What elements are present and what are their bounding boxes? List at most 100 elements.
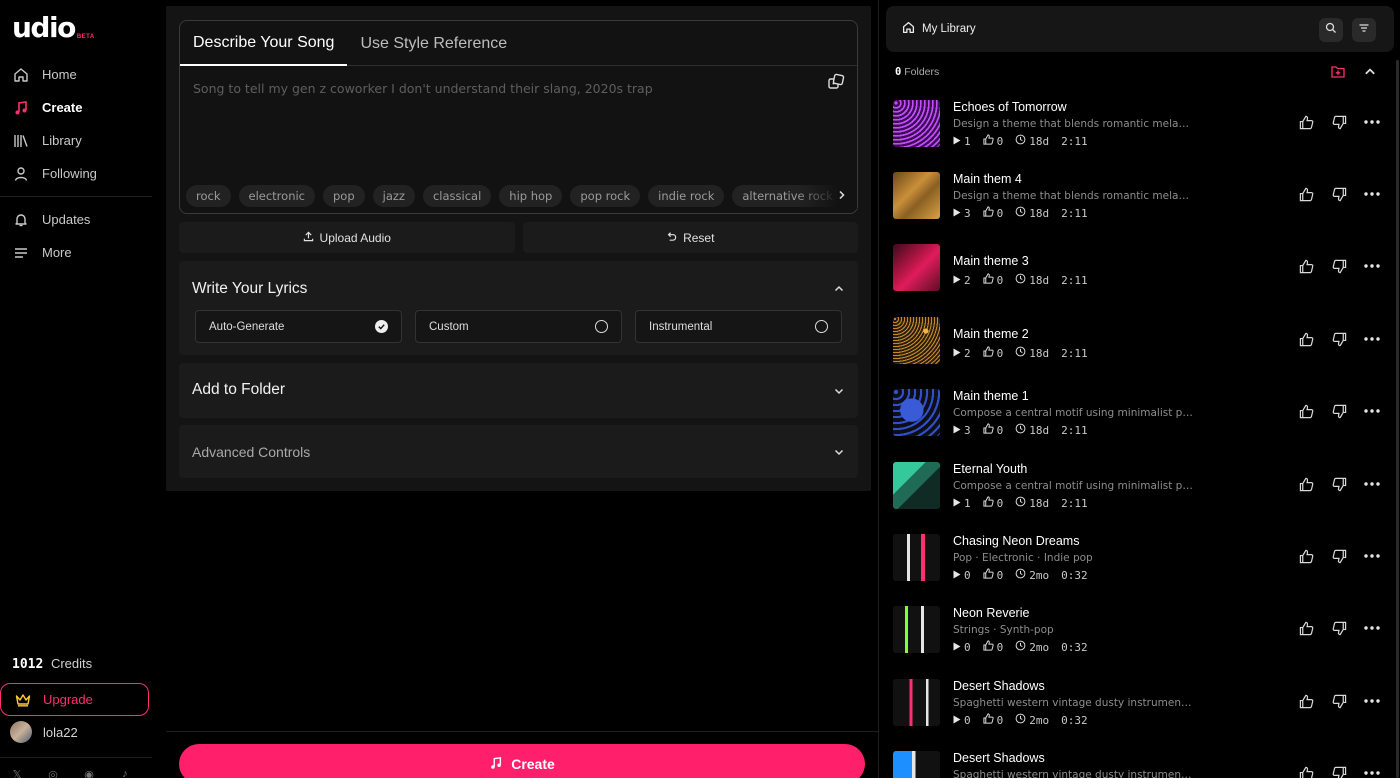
track-row[interactable]: Main theme 1 Compose a central motif usi… bbox=[893, 389, 1393, 439]
udio-logo[interactable]: udio BETA bbox=[12, 14, 95, 42]
user-profile[interactable]: lola22 bbox=[10, 721, 78, 743]
nav-home[interactable]: Home bbox=[0, 58, 152, 91]
like-button[interactable] bbox=[1298, 403, 1314, 419]
track-cover-art[interactable] bbox=[893, 679, 940, 726]
like-button[interactable] bbox=[1298, 693, 1314, 709]
track-title[interactable]: Main theme 1 bbox=[953, 389, 1029, 403]
advanced-controls-section[interactable]: Advanced Controls bbox=[179, 425, 858, 478]
track-title[interactable]: Main them 4 bbox=[953, 172, 1022, 186]
tab-use-style-reference[interactable]: Use Style Reference bbox=[347, 21, 520, 66]
track-row[interactable]: Main theme 2 2 0 18d 2:11 bbox=[893, 317, 1393, 367]
track-row[interactable]: Main them 4 Design a theme that blends r… bbox=[893, 172, 1393, 222]
instagram-icon[interactable]: ◎ bbox=[46, 767, 60, 778]
lyrics-auto-generate[interactable]: Auto-Generate bbox=[195, 310, 402, 343]
nav-create[interactable]: Create bbox=[0, 91, 152, 124]
dislike-button[interactable] bbox=[1331, 403, 1347, 419]
library-scrollbar[interactable] bbox=[1396, 60, 1399, 778]
like-button[interactable] bbox=[1298, 476, 1314, 492]
track-title[interactable]: Desert Shadows bbox=[953, 679, 1045, 693]
track-title[interactable]: Desert Shadows bbox=[953, 751, 1045, 765]
track-cover-art[interactable] bbox=[893, 244, 940, 291]
song-prompt-input[interactable]: Song to tell my gen z coworker I don't u… bbox=[193, 81, 793, 96]
track-title[interactable]: Main theme 3 bbox=[953, 254, 1029, 268]
more-options-icon[interactable] bbox=[1364, 258, 1380, 274]
more-options-icon[interactable] bbox=[1364, 620, 1380, 636]
tag-chip[interactable]: rock bbox=[186, 185, 231, 207]
tags-scroll-right[interactable] bbox=[797, 183, 857, 209]
dislike-button[interactable] bbox=[1331, 548, 1347, 564]
dislike-button[interactable] bbox=[1331, 114, 1347, 130]
library-filter-button[interactable] bbox=[1352, 18, 1376, 42]
track-row[interactable]: Eternal Youth Compose a central motif us… bbox=[893, 462, 1393, 512]
track-cover-art[interactable] bbox=[893, 389, 940, 436]
tab-describe-your-song[interactable]: Describe Your Song bbox=[180, 21, 348, 66]
nav-library[interactable]: Library bbox=[0, 124, 152, 157]
tag-chip[interactable]: hip hop bbox=[499, 185, 563, 207]
tiktok-icon[interactable]: ♪ bbox=[118, 767, 132, 778]
track-title[interactable]: Main theme 2 bbox=[953, 327, 1029, 341]
lyrics-instrumental[interactable]: Instrumental bbox=[635, 310, 842, 343]
track-title[interactable]: Eternal Youth bbox=[953, 462, 1027, 476]
tag-chip[interactable]: classical bbox=[422, 185, 492, 207]
create-button[interactable]: Create bbox=[179, 744, 865, 778]
more-options-icon[interactable] bbox=[1364, 186, 1380, 202]
tag-chip[interactable]: pop bbox=[323, 185, 365, 207]
more-options-icon[interactable] bbox=[1364, 331, 1380, 347]
like-button[interactable] bbox=[1298, 331, 1314, 347]
nav-more[interactable]: More bbox=[0, 236, 152, 269]
dice-icon[interactable] bbox=[827, 73, 845, 91]
dislike-button[interactable] bbox=[1331, 765, 1347, 778]
track-row[interactable]: Echoes of Tomorrow Design a theme that b… bbox=[893, 100, 1393, 150]
chevron-up-icon[interactable] bbox=[1364, 65, 1376, 83]
lyrics-custom[interactable]: Custom bbox=[415, 310, 622, 343]
track-cover-art[interactable] bbox=[893, 172, 940, 219]
like-button[interactable] bbox=[1298, 548, 1314, 564]
tag-chip[interactable]: jazz bbox=[372, 185, 415, 207]
nav-updates[interactable]: Updates bbox=[0, 203, 152, 236]
more-options-icon[interactable] bbox=[1364, 693, 1380, 709]
more-options-icon[interactable] bbox=[1364, 765, 1380, 778]
reset-button[interactable]: Reset bbox=[522, 222, 858, 253]
discord-icon[interactable]: ◉ bbox=[82, 767, 96, 778]
more-options-icon[interactable] bbox=[1364, 114, 1380, 130]
more-options-icon[interactable] bbox=[1364, 476, 1380, 492]
track-row[interactable]: Main theme 3 2 0 18d 2:11 bbox=[893, 244, 1393, 294]
like-button[interactable] bbox=[1298, 114, 1314, 130]
chevron-up-icon[interactable] bbox=[832, 282, 846, 296]
track-row[interactable]: Desert Shadows Spaghetti western vintage… bbox=[893, 751, 1393, 778]
library-title[interactable]: My Library bbox=[902, 21, 976, 37]
dislike-button[interactable] bbox=[1331, 620, 1347, 636]
track-row[interactable]: Chasing Neon Dreams Pop · Electronic · I… bbox=[893, 534, 1393, 584]
upgrade-button[interactable]: Upgrade bbox=[0, 683, 149, 716]
track-row[interactable]: Desert Shadows Spaghetti western vintage… bbox=[893, 679, 1393, 729]
tag-chip[interactable]: indie rock bbox=[648, 185, 725, 207]
tag-chip[interactable]: electronic bbox=[238, 185, 315, 207]
x-icon[interactable]: 𝕏 bbox=[10, 767, 24, 778]
nav-following[interactable]: Following bbox=[0, 157, 152, 190]
like-button[interactable] bbox=[1298, 765, 1314, 778]
library-search-button[interactable] bbox=[1319, 18, 1343, 42]
add-folder-icon[interactable] bbox=[1331, 65, 1345, 83]
more-options-icon[interactable] bbox=[1364, 548, 1380, 564]
track-cover-art[interactable] bbox=[893, 317, 940, 364]
track-cover-art[interactable] bbox=[893, 534, 940, 581]
track-title[interactable]: Chasing Neon Dreams bbox=[953, 534, 1079, 548]
dislike-button[interactable] bbox=[1331, 693, 1347, 709]
track-row[interactable]: Neon Reverie Strings · Synth-pop 0 0 2mo… bbox=[893, 606, 1393, 656]
track-title[interactable]: Neon Reverie bbox=[953, 606, 1029, 620]
add-to-folder-section[interactable]: Add to Folder bbox=[179, 363, 858, 418]
dislike-button[interactable] bbox=[1331, 186, 1347, 202]
dislike-button[interactable] bbox=[1331, 476, 1347, 492]
tag-chip[interactable]: pop rock bbox=[570, 185, 641, 207]
track-cover-art[interactable] bbox=[893, 751, 940, 778]
track-cover-art[interactable] bbox=[893, 462, 940, 509]
track-cover-art[interactable] bbox=[893, 100, 940, 147]
track-cover-art[interactable] bbox=[893, 606, 940, 653]
more-options-icon[interactable] bbox=[1364, 403, 1380, 419]
like-button[interactable] bbox=[1298, 258, 1314, 274]
dislike-button[interactable] bbox=[1331, 331, 1347, 347]
dislike-button[interactable] bbox=[1331, 258, 1347, 274]
like-button[interactable] bbox=[1298, 186, 1314, 202]
track-title[interactable]: Echoes of Tomorrow bbox=[953, 100, 1067, 114]
like-button[interactable] bbox=[1298, 620, 1314, 636]
